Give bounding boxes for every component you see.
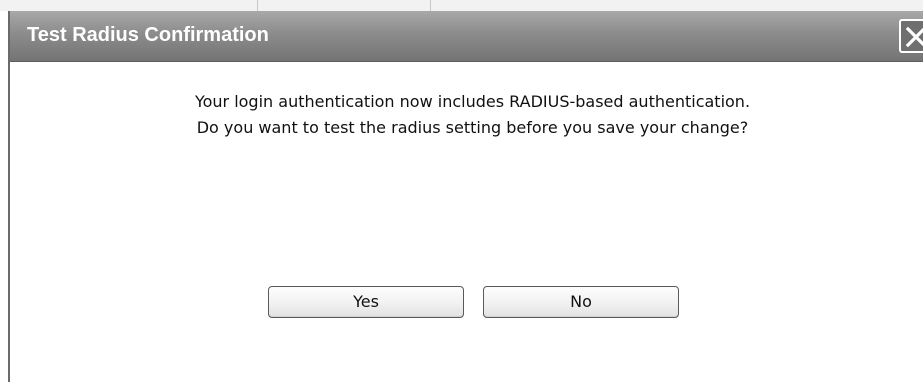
yes-button[interactable]: Yes: [268, 286, 464, 318]
no-button[interactable]: No: [483, 286, 679, 318]
background-divider: [430, 0, 431, 11]
dialog-titlebar[interactable]: Test Radius Confirmation: [10, 11, 923, 62]
dialog-message: Your login authentication now includes R…: [10, 89, 923, 141]
close-icon: [905, 26, 923, 48]
message-line: Your login authentication now includes R…: [194, 92, 751, 111]
message-line: Do you want to test the radius setting b…: [196, 118, 749, 137]
screen: Test Radius Confirmation Your login auth…: [0, 0, 923, 382]
confirmation-dialog: Test Radius Confirmation Your login auth…: [8, 11, 923, 382]
background-divider: [257, 0, 258, 11]
close-button[interactable]: [899, 19, 923, 53]
background-window-strip: [0, 0, 923, 11]
dialog-title: Test Radius Confirmation: [27, 24, 269, 46]
